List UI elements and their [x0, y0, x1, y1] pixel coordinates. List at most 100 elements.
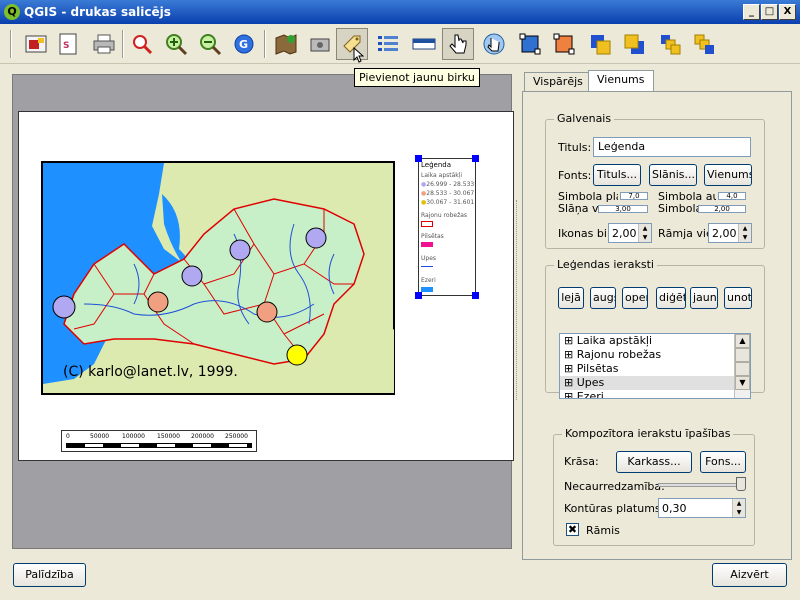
group-item-properties: Kompozītora ierakstu īpašības Krāsa: Kar… [553, 427, 755, 546]
print-icon[interactable] [88, 28, 120, 60]
symbol-width-spin[interactable]: 7,0 [620, 192, 648, 200]
update-button[interactable]: jauns [690, 287, 718, 309]
legend-preview-item: ●26.999 - 28.533 [421, 181, 475, 188]
scroll-down-icon[interactable]: ▼ [735, 376, 750, 390]
title-input[interactable]: Leģenda [593, 137, 751, 157]
refresh-icon[interactable]: G [228, 28, 260, 60]
add-scalebar-icon[interactable] [408, 28, 440, 60]
group-main: Galvenais Tituls: Leģenda Fonts: Tituls.… [545, 112, 765, 249]
icon-space-label: Ikonas bil [558, 227, 606, 240]
outline-width-spin[interactable]: 0,30 ▲ ▼ [658, 498, 746, 518]
tooltip: Pievienot jaunu birku [354, 68, 480, 87]
list-item[interactable]: ⊞ Pilsētas [560, 362, 750, 376]
frame-checkbox-label: Rāmis [586, 524, 620, 537]
frame-color-button[interactable]: Karkass... [616, 451, 692, 473]
legend-swatch [421, 242, 433, 247]
legend-preview-item: Ezeri [421, 277, 436, 284]
list-item[interactable]: ⊞ Ezeri [560, 390, 750, 398]
remove-button[interactable]: open [622, 287, 648, 309]
symbol-space-spin[interactable]: 2,00 [698, 205, 746, 213]
fonts-label: Fonts: [558, 169, 592, 182]
selection-handle[interactable] [415, 292, 422, 299]
tab-body: Galvenais Tituls: Leģenda Fonts: Tituls.… [522, 91, 792, 560]
list-scrollbar[interactable]: ▲ ▼ [734, 334, 750, 398]
tab-general[interactable]: Vispārējs [524, 72, 592, 92]
legend-preview-item: ●30.067 - 31.601 [421, 199, 475, 206]
opacity-slider[interactable] [658, 483, 746, 487]
edit-button[interactable]: diģēt [656, 287, 686, 309]
composer-canvas[interactable]: (C) karlo@lanet.lv, 1999. Leģenda Laika … [12, 74, 514, 549]
list-item[interactable]: ⊞ Rajonu robežas [560, 348, 750, 362]
symbol-height-spin[interactable]: 4,0 [718, 192, 746, 200]
legend-preview-item: ●28.533 - 30.067 [421, 190, 475, 197]
scalebar-labels: 0 50000 100000 150000 200000 250000 [66, 433, 248, 440]
raise-icon[interactable] [584, 28, 616, 60]
close-button[interactable]: X [779, 4, 796, 20]
group-props-title: Kompozītora ierakstu īpašības [562, 427, 734, 440]
legend-preview-item: Laika apstākļi [421, 172, 463, 179]
outline-width-label: Kontūras platums [564, 502, 661, 515]
scalebar-item[interactable]: 0 50000 100000 150000 200000 250000 [61, 430, 257, 452]
item-font-button[interactable]: Vienums... [704, 164, 752, 186]
background-color-button[interactable]: Fons... [700, 451, 746, 473]
layer-font-button[interactable]: Slānis... [649, 164, 697, 186]
ungroup-icon[interactable] [548, 28, 580, 60]
properties-panel: Vispārējs Vienums Galvenais Tituls: Leģe… [522, 70, 792, 560]
add-image-icon[interactable] [304, 28, 336, 60]
icon-space-spin[interactable]: 2,00 ▲ ▼ [608, 223, 652, 243]
splitter-handle[interactable] [516, 200, 519, 400]
selection-handle[interactable] [472, 292, 479, 299]
zoom-full-icon[interactable] [126, 28, 158, 60]
select-move-icon[interactable] [442, 28, 474, 60]
maximize-button[interactable]: □ [761, 4, 778, 20]
selection-handle[interactable] [472, 155, 479, 162]
legend-swatch [421, 221, 433, 227]
zoom-in-icon[interactable] [160, 28, 192, 60]
frame-checkbox[interactable]: ✖ [566, 523, 579, 536]
tab-item[interactable]: Vienums [588, 70, 654, 92]
box-space-spin[interactable]: 2,00 ▲ ▼ [708, 223, 752, 243]
svg-text:S: S [63, 41, 69, 51]
legend-preview-item: Pilsētas [421, 233, 444, 240]
title-font-button[interactable]: Tituls... [593, 164, 641, 186]
add-legend-icon[interactable] [372, 28, 404, 60]
scroll-up-icon[interactable]: ▲ [735, 334, 750, 348]
list-item-selected[interactable]: ⊞ Upes [560, 376, 750, 390]
color-label: Krāsa: [564, 455, 599, 468]
move-up-button[interactable]: augšā [590, 287, 616, 309]
layer-space-label: Slāņa v [558, 202, 599, 215]
opacity-slider-thumb[interactable] [736, 477, 746, 491]
layer-space-spin[interactable]: 3,00 [598, 205, 648, 213]
close-dialog-button[interactable]: Aizvērt [712, 563, 787, 587]
lower-icon[interactable] [618, 28, 650, 60]
box-space-label: Rāmja vie [658, 227, 708, 240]
legend-preview-title: Leģenda [421, 161, 452, 169]
legend-swatch [421, 287, 433, 292]
scalebar-bar [66, 443, 252, 448]
export-svg-icon[interactable]: S [52, 28, 84, 60]
move-top-icon[interactable] [654, 28, 686, 60]
zoom-out-icon[interactable] [194, 28, 226, 60]
svg-text:G: G [239, 38, 248, 51]
toolbar: S G [0, 24, 800, 64]
legend-swatch [421, 266, 433, 267]
add-button[interactable]: unot [724, 287, 752, 309]
window-title: QGIS - drukas salicējs [24, 5, 171, 19]
list-item[interactable]: ⊞ Laika apstākļi [560, 334, 750, 348]
export-image-icon[interactable] [20, 28, 52, 60]
help-button[interactable]: Palīdzība [13, 563, 86, 587]
legend-item[interactable]: Leģenda Laika apstākļi ●26.999 - 28.533 … [415, 155, 479, 299]
qgis-logo-icon: Q [4, 4, 20, 20]
move-content-icon[interactable] [478, 28, 510, 60]
legend-entries-list[interactable]: ⊞ Laika apstākļi ⊞ Rajonu robežas ⊞ Pils… [559, 333, 751, 399]
move-bottom-icon[interactable] [688, 28, 720, 60]
legend-preview-item: Rajonu robežas [421, 212, 468, 219]
move-down-button[interactable]: lejā [558, 287, 584, 309]
add-map-icon[interactable] [270, 28, 302, 60]
group-icon[interactable] [514, 28, 546, 60]
minimize-button[interactable]: _ [743, 4, 760, 20]
legend-preview-item: Upes [421, 255, 437, 262]
group-entries-title: Leģendas ieraksti [554, 258, 657, 271]
selection-handle[interactable] [415, 155, 422, 162]
mouse-cursor-icon [353, 46, 364, 63]
